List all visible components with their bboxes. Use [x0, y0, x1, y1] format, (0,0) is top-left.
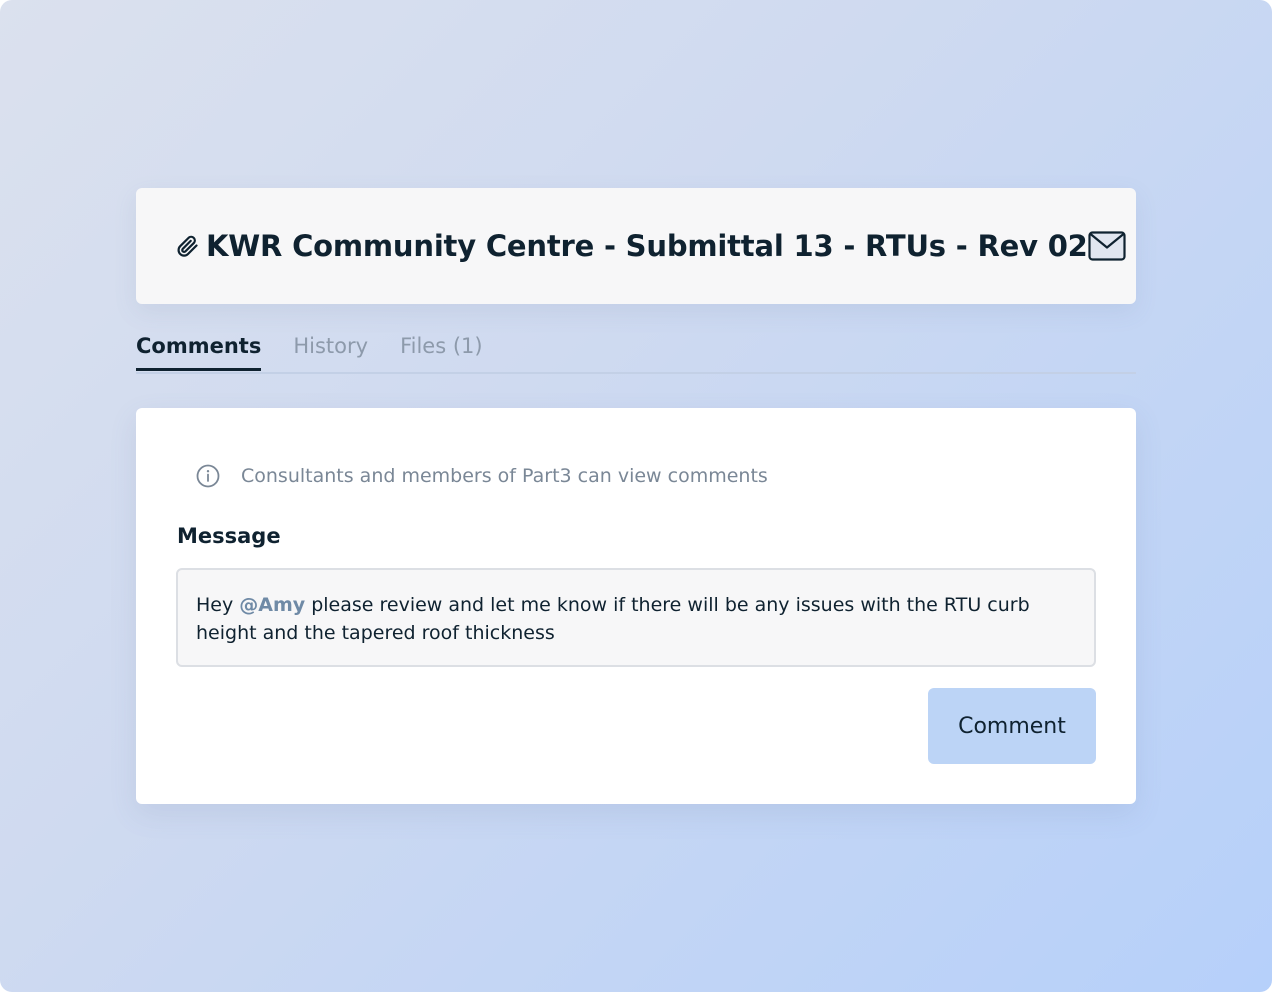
envelope-icon	[1088, 231, 1126, 261]
message-label: Message	[177, 524, 281, 548]
message-text-suffix: please review and let me know if there w…	[196, 594, 1030, 644]
email-button[interactable]	[1088, 229, 1126, 263]
tab-bar: Comments History Files (1)	[136, 330, 1136, 374]
tab-comments[interactable]: Comments	[136, 330, 262, 371]
comment-button[interactable]: Comment	[928, 688, 1096, 764]
user-mention[interactable]: @Amy	[239, 594, 305, 616]
message-textarea[interactable]: Hey @Amy please review and let me know i…	[176, 568, 1096, 667]
message-text-prefix: Hey	[196, 594, 240, 616]
paperclip-icon	[177, 235, 198, 257]
submittal-header: KWR Community Centre - Submittal 13 - RT…	[136, 188, 1136, 304]
tab-history[interactable]: History	[293, 330, 368, 368]
notice-text: Consultants and members of Part3 can vie…	[241, 465, 768, 487]
tab-files[interactable]: Files (1)	[400, 330, 483, 368]
page-title: KWR Community Centre - Submittal 13 - RT…	[206, 229, 1088, 263]
visibility-notice: Consultants and members of Part3 can vie…	[196, 464, 768, 488]
page-background: KWR Community Centre - Submittal 13 - RT…	[0, 0, 1272, 992]
info-icon	[196, 464, 220, 488]
comment-panel: Consultants and members of Part3 can vie…	[136, 408, 1136, 804]
